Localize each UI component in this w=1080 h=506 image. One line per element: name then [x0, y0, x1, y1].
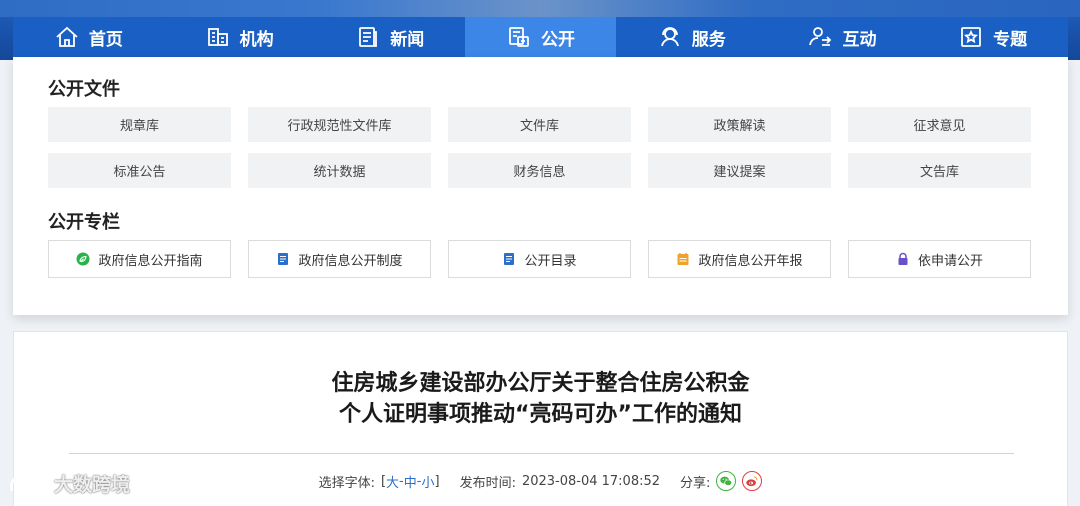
home-icon — [54, 24, 80, 50]
link-disclosure-system[interactable]: 政府信息公开制度 — [248, 240, 431, 278]
publish-time-label: 发布时间: — [459, 475, 516, 491]
link-label: 公开目录 — [524, 253, 577, 269]
font-size-label: 选择字体: — [318, 475, 375, 491]
nav-item-home[interactable]: 首页 — [13, 17, 164, 57]
topic-icon — [958, 24, 984, 50]
link-label: 政府信息公开制度 — [298, 253, 403, 269]
service-icon — [657, 24, 683, 50]
interaction-icon — [807, 24, 833, 50]
disclosure-icon — [506, 24, 532, 50]
nav-label: 服务 — [691, 29, 726, 50]
link-policy-interpretation[interactable]: 政策解读 — [648, 107, 831, 142]
news-icon — [355, 24, 381, 50]
share-label: 分享: — [680, 475, 711, 491]
watermark-logo-icon — [10, 474, 46, 491]
link-annual-report[interactable]: 政府信息公开年报 — [648, 240, 831, 278]
public-documents-grid: 规章库 行政规范性文件库 文件库 政策解读 征求意见 标准公告 统计数据 财务信… — [48, 107, 1031, 188]
nav-label: 专题 — [993, 29, 1028, 50]
font-size-medium[interactable]: 中 — [404, 472, 417, 491]
organization-icon — [205, 24, 231, 50]
link-statistics[interactable]: 统计数据 — [248, 153, 431, 188]
section-title-public-columns: 公开专栏 — [48, 212, 120, 233]
link-financial-info[interactable]: 财务信息 — [448, 153, 631, 188]
article-title-line2: 个人证明事项推动“亮码可办”工作的通知 — [339, 402, 742, 427]
calendar-icon — [676, 252, 690, 266]
link-label: 依申请公开 — [917, 253, 983, 269]
main-nav: 首页 机构 新闻 公开 服务 互动 专题 — [13, 17, 1069, 57]
font-bracket-close: ] — [434, 473, 440, 489]
disclosure-dropdown-panel: 公开文件 规章库 行政规范性文件库 文件库 政策解读 征求意见 标准公告 统计数… — [13, 57, 1068, 315]
article-title-line1: 住房城乡建设部办公厅关于整合住房公积金 — [331, 371, 750, 396]
title-divider — [69, 453, 1014, 454]
nav-item-topic[interactable]: 专题 — [917, 17, 1069, 57]
link-label: 政府信息公开年报 — [698, 253, 803, 269]
link-solicit-opinions[interactable]: 征求意见 — [848, 107, 1031, 142]
publish-time: 2023-08-04 17:08:52 — [521, 473, 661, 489]
link-regulations[interactable]: 规章库 — [48, 107, 231, 142]
link-standard-announcements[interactable]: 标准公告 — [48, 153, 231, 188]
public-columns-grid: 政府信息公开指南 政府信息公开制度 公开目录 政府信息公开年报 依申请公开 — [48, 240, 1031, 278]
link-notices-library[interactable]: 文告库 — [848, 153, 1031, 188]
wechat-icon[interactable] — [716, 471, 737, 491]
section-title-public-documents: 公开文件 — [48, 79, 120, 100]
link-proposals[interactable]: 建议提案 — [648, 153, 831, 188]
nav-label: 新闻 — [390, 29, 425, 50]
watermark: 大数跨境 — [8, 470, 130, 497]
nav-label: 公开 — [541, 29, 576, 50]
link-document-library[interactable]: 文件库 — [448, 107, 631, 142]
nav-item-service[interactable]: 服务 — [615, 17, 767, 57]
link-label: 政府信息公开指南 — [98, 253, 203, 269]
font-size-small[interactable]: 小 — [421, 472, 434, 491]
article-title: 住房城乡建设部办公厅关于整合住房公积金 个人证明事项推动“亮码可办”工作的通知 — [14, 368, 1067, 430]
nav-item-disclosure[interactable]: 公开 — [465, 17, 616, 57]
document-icon — [276, 252, 290, 266]
link-normative-documents[interactable]: 行政规范性文件库 — [248, 107, 431, 142]
article-meta: 选择字体: [ 大 - 中 - 小 ] 发布时间: 2023-08-04 17:… — [14, 471, 1067, 491]
article-container: 住房城乡建设部办公厅关于整合住房公积金 个人证明事项推动“亮码可办”工作的通知 … — [13, 331, 1068, 506]
font-size-large[interactable]: 大 — [386, 472, 399, 491]
nav-item-interaction[interactable]: 互动 — [766, 17, 918, 57]
leaf-icon — [76, 252, 90, 266]
weibo-icon[interactable] — [742, 471, 763, 491]
link-disclosure-guide[interactable]: 政府信息公开指南 — [48, 240, 231, 278]
link-apply-disclosure[interactable]: 依申请公开 — [848, 240, 1031, 278]
nav-label: 机构 — [239, 29, 274, 50]
lock-icon — [896, 252, 910, 266]
link-disclosure-catalog[interactable]: 公开目录 — [448, 240, 631, 278]
nav-item-organization[interactable]: 机构 — [163, 17, 315, 57]
nav-label: 互动 — [842, 29, 877, 50]
nav-item-news[interactable]: 新闻 — [314, 17, 466, 57]
document-icon — [502, 252, 516, 266]
watermark-text: 大数跨境 — [54, 474, 131, 496]
nav-label: 首页 — [88, 29, 123, 50]
